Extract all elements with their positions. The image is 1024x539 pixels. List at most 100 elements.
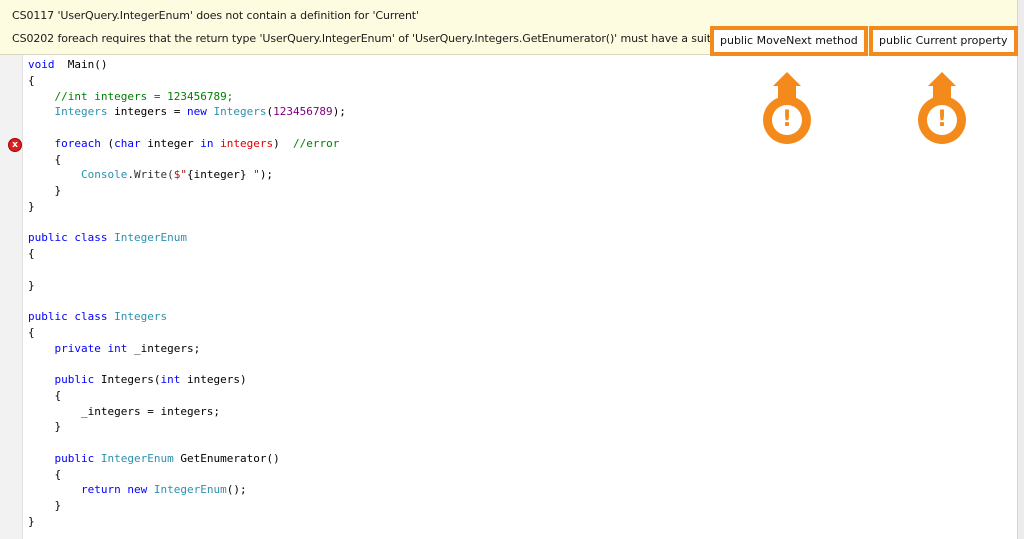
code-token: public [54, 373, 95, 386]
code-token: { [28, 73, 35, 87]
code-token: class [74, 310, 108, 323]
code-token: foreach [54, 136, 101, 150]
code-token: new [186, 105, 207, 119]
code-token: { [28, 467, 62, 481]
code-token: .Write( [127, 168, 174, 182]
code-token: void [28, 58, 55, 71]
code-line: { [28, 73, 35, 89]
callout-movenext-method: public MoveNext method [710, 26, 868, 56]
code-line: //int integers = 123456789; [28, 89, 234, 105]
code-token: integers [220, 136, 274, 150]
code-token: char [114, 136, 141, 150]
code-line: { [28, 325, 35, 341]
code-token: int [107, 341, 128, 355]
error-icon: x [8, 137, 22, 152]
code-token: IntegerEnum [100, 451, 174, 465]
callout-pin-current: ! [916, 72, 968, 148]
code-line: Integers integers = new Integers(1234567… [28, 104, 346, 120]
code-line: } [28, 278, 35, 294]
code-token: (); [226, 483, 247, 497]
code-token: integers = [107, 105, 187, 119]
code-token: return [80, 483, 121, 497]
code-line: } [28, 498, 61, 514]
code-line: { [28, 467, 61, 483]
code-token: public [28, 231, 68, 245]
code-token: } [28, 499, 62, 512]
code-editor[interactable]: x void Main(){ //int integers = 12345678… [0, 55, 1018, 539]
code-token: IntegerEnum [153, 483, 227, 497]
code-line: void Main() [28, 57, 107, 73]
code-line: Console.Write($"{integer} "); [28, 167, 273, 183]
code-token: integer [140, 136, 201, 150]
code-token: public [28, 310, 68, 323]
code-token: } [28, 278, 35, 292]
code-token: GetEnumerator() [173, 451, 280, 465]
code-token: } [28, 514, 35, 528]
code-token: class [74, 231, 108, 245]
code-line: public class Integers [28, 309, 167, 325]
code-token: { [28, 152, 62, 166]
code-token: //int integers = 123456789; [54, 89, 234, 103]
code-token: Integers [213, 105, 267, 119]
code-token: } [28, 420, 62, 434]
code-line: private int _integers; [28, 341, 201, 357]
code-token: { [28, 388, 62, 402]
editor-gutter [0, 55, 23, 539]
code-token: $" [173, 168, 187, 182]
code-token: ); [332, 105, 346, 119]
code-line: _integers = integers; [28, 404, 220, 420]
code-line: } [28, 514, 35, 530]
vertical-scrollbar[interactable] [1017, 0, 1024, 539]
code-line: foreach (char integer in integers) //err… [28, 136, 340, 152]
code-token: new [127, 483, 148, 497]
code-line: { [28, 152, 61, 168]
code-token: integers) [180, 373, 247, 386]
code-line: } [28, 419, 61, 435]
code-token: {integer} [186, 168, 247, 182]
code-line: } [28, 183, 61, 199]
code-token: Integers( [94, 373, 161, 386]
code-line: public Integers(int integers) [28, 372, 247, 388]
error-message-cs0202[interactable]: CS0202 foreach requires that the return … [12, 32, 725, 45]
code-line: return new IntegerEnum(); [28, 482, 247, 498]
code-token: Integers [114, 310, 168, 323]
code-token: Main() [54, 58, 108, 71]
code-token: ( [100, 136, 115, 150]
exclamation-icon: ! [772, 105, 802, 135]
code-token: Integers [54, 105, 108, 119]
callout-pin-movenext: ! [761, 72, 813, 148]
code-token: in [200, 136, 214, 150]
code-line: public IntegerEnum GetEnumerator() [28, 451, 280, 467]
code-line: { [28, 246, 35, 262]
code-token: } [28, 184, 62, 197]
code-token: } [28, 199, 35, 213]
code-token: { [28, 247, 35, 260]
code-token: ); [259, 168, 274, 182]
code-token: 123456789 [273, 105, 333, 119]
code-token: public [54, 451, 95, 465]
code-token: { [28, 325, 35, 339]
code-line: { [28, 388, 61, 404]
exclamation-icon: ! [927, 105, 957, 135]
code-token: _integers = integers; [28, 404, 221, 418]
code-token: " [246, 168, 260, 182]
code-token: IntegerEnum [114, 231, 187, 245]
error-message-cs0117[interactable]: CS0117 'UserQuery.IntegerEnum' does not … [12, 9, 419, 22]
code-token: ) [273, 136, 293, 150]
code-token: _integers; [127, 341, 201, 355]
code-line: public class IntegerEnum [28, 230, 187, 246]
code-token: //error [292, 136, 340, 150]
code-token: Console [80, 168, 128, 182]
code-token: int [160, 373, 181, 386]
callout-current-property: public Current property [869, 26, 1018, 56]
